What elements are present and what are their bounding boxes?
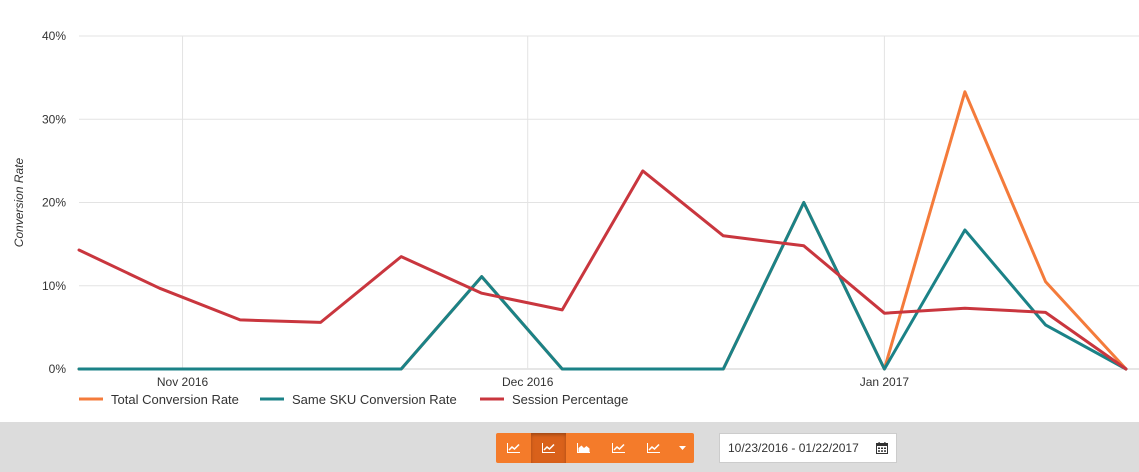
line-chart-icon [647, 443, 660, 453]
series-line-3 [77, 169, 1128, 371]
y-tick-label: 10% [42, 279, 66, 293]
line-chart-icon [612, 443, 625, 453]
y-tick-label: 0% [49, 362, 67, 376]
chart-type-dropdown-button[interactable] [671, 433, 694, 463]
line-chart-icon [507, 443, 520, 453]
chart-type-button-2[interactable] [531, 433, 566, 463]
legend-label: Session Percentage [512, 392, 628, 407]
caret-down-icon [679, 446, 686, 450]
line-chart-icon [542, 443, 555, 453]
y-axis-title: Conversion Rate [12, 157, 26, 247]
chart-type-selector [496, 433, 694, 463]
legend-label: Same SKU Conversion Rate [292, 392, 457, 407]
x-tick-label: Dec 2016 [502, 375, 554, 389]
y-tick-label: 40% [42, 29, 66, 43]
chart-type-button-5[interactable] [636, 433, 671, 463]
chart-type-button-1[interactable] [496, 433, 531, 463]
area-chart-icon [577, 443, 590, 453]
series-line-1 [77, 90, 1128, 371]
chart-type-button-4[interactable] [601, 433, 636, 463]
date-range-picker[interactable]: 10/23/2016 - 01/22/2017 [719, 433, 897, 463]
legend-label: Total Conversion Rate [111, 392, 239, 407]
chart-toolbar: 10/23/2016 - 01/22/2017 [0, 422, 1139, 472]
chart-area: 0% 10% 20% 30% 40% Nov 2016 Dec 2016 Jan 2017 Co… [0, 0, 1139, 422]
calendar-icon[interactable] [876, 442, 888, 454]
x-tick-label: Jan 2017 [860, 375, 910, 389]
date-range-value: 10/23/2016 - 01/22/2017 [728, 441, 859, 455]
x-tick-label: Nov 2016 [157, 375, 209, 389]
y-tick-label: 30% [42, 112, 66, 126]
y-tick-label: 20% [42, 196, 66, 210]
line-chart: 0% 10% 20% 30% 40% Nov 2016 Dec 2016 Jan 2017 Co… [12, 29, 1139, 407]
chart-type-button-3[interactable] [566, 433, 601, 463]
